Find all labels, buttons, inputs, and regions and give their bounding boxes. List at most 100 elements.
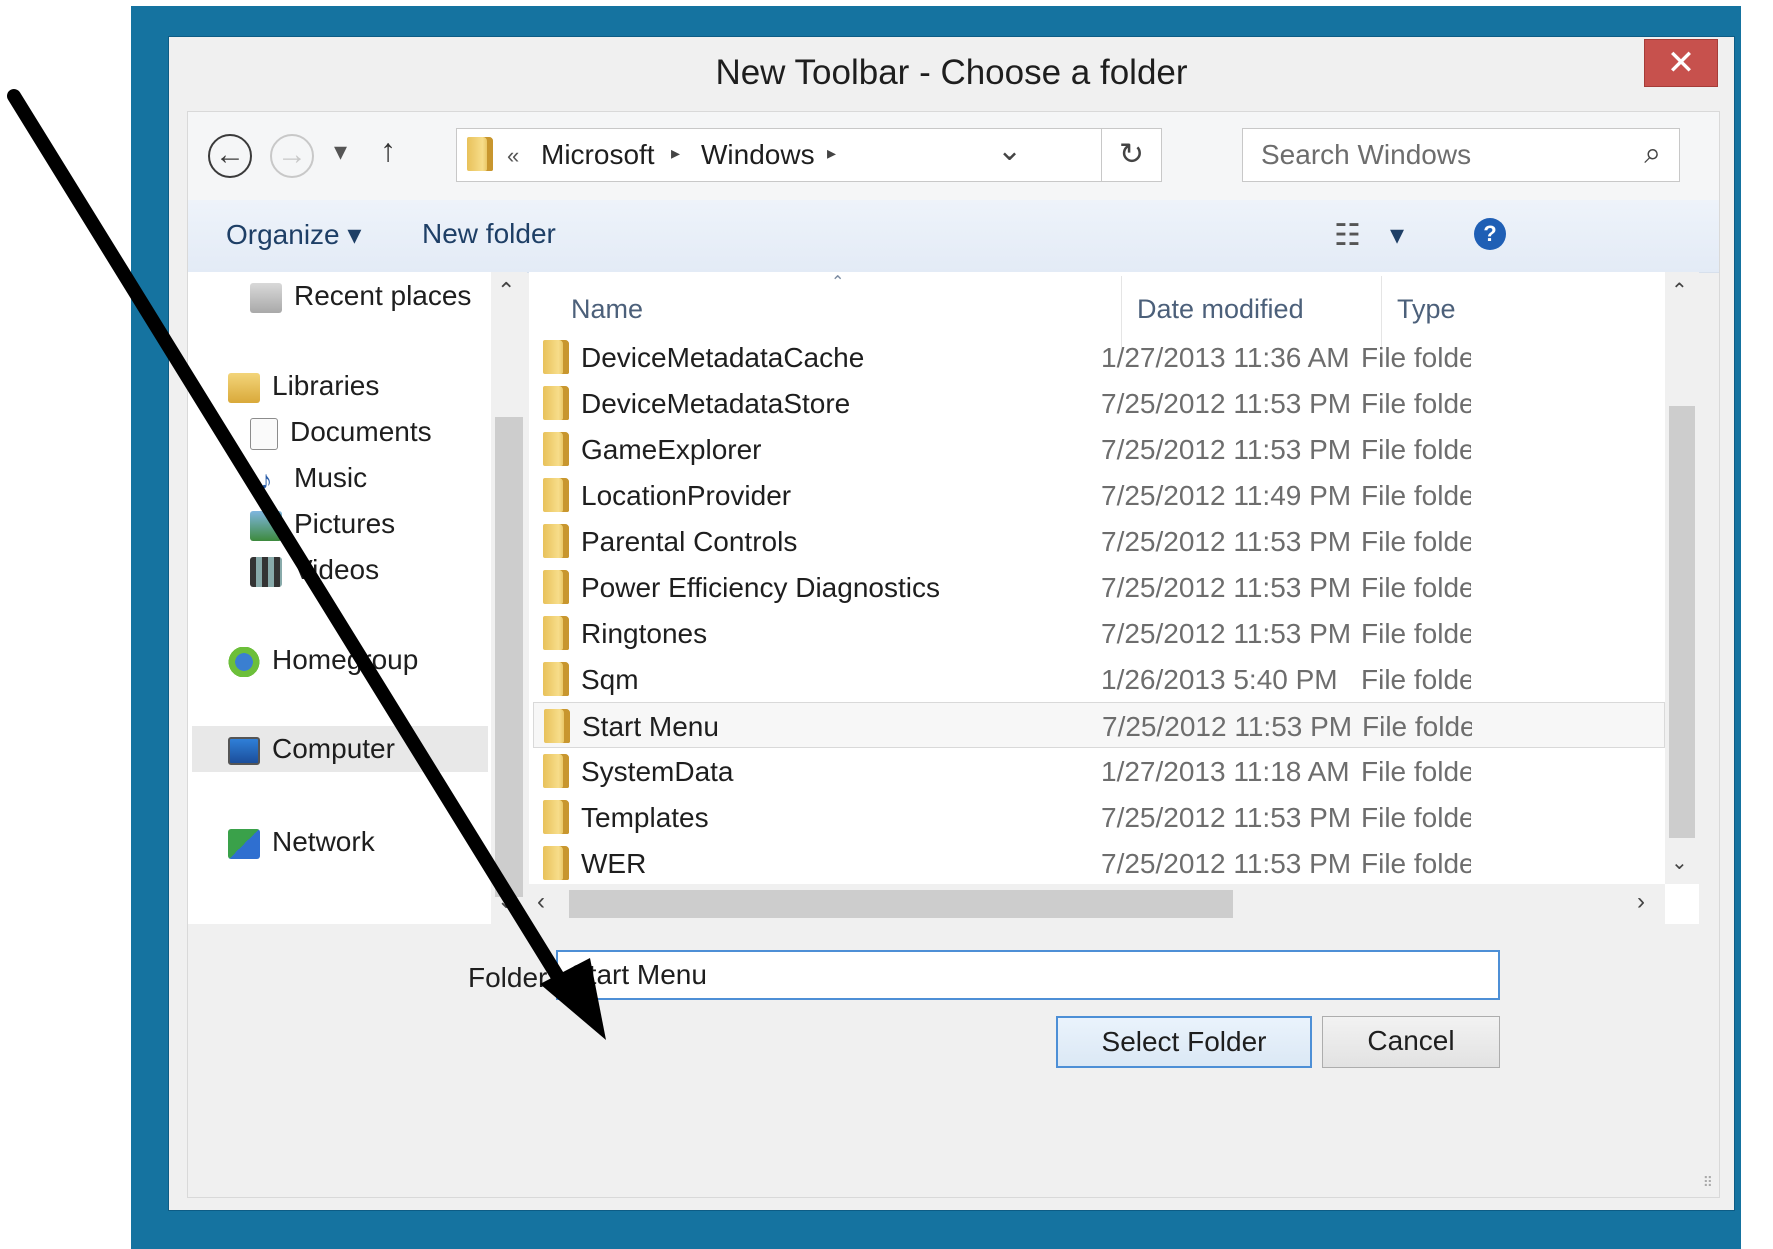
nav-item-label: Music: [294, 462, 368, 493]
scrollbar-thumb[interactable]: [569, 890, 1233, 918]
select-folder-button[interactable]: Select Folder: [1056, 1016, 1312, 1068]
file-row[interactable]: LocationProvider 7/25/2012 11:49 PM File f…: [533, 472, 1665, 518]
nav-item-documents[interactable]: Documents: [250, 416, 432, 450]
file-date: 7/25/2012 11:53 PM: [1101, 618, 1352, 649]
scrollbar-thumb[interactable]: [1669, 406, 1695, 838]
navigation-bar: ← → ▾ ↑ « Microsoft ▸ Windows ▸ ⌄ ↻ Sear…: [188, 112, 1719, 200]
folder-icon: [544, 709, 570, 743]
back-button[interactable]: ←: [208, 134, 252, 178]
file-date: 7/25/2012 11:53 PM: [1101, 434, 1352, 465]
file-type: File folder: [1361, 480, 1471, 511]
file-name: WER: [581, 848, 647, 879]
scroll-up-icon[interactable]: ⌃: [497, 278, 515, 304]
address-dropdown-icon[interactable]: ⌄: [997, 133, 1022, 168]
search-box[interactable]: Search Windows ⌕: [1242, 128, 1680, 182]
nav-pane-scrollbar[interactable]: ⌃ ⌄: [491, 272, 527, 924]
file-list: ⌃ Name Date modified Type DeviceMetadata…: [529, 272, 1699, 924]
column-header-name[interactable]: Name: [571, 294, 643, 325]
file-row[interactable]: SystemData 1/27/2013 11:18 AM File folder: [533, 748, 1665, 794]
file-date: 7/25/2012 11:53 PM: [1101, 572, 1352, 603]
scroll-right-icon[interactable]: ›: [1637, 888, 1645, 916]
nav-item-network[interactable]: Network: [228, 826, 375, 859]
scroll-down-icon[interactable]: ⌄: [497, 888, 515, 914]
breadcrumb-item[interactable]: Windows: [701, 139, 815, 171]
nav-item-label: Homegroup: [272, 644, 419, 675]
cancel-button[interactable]: Cancel: [1322, 1016, 1500, 1068]
forward-button[interactable]: →: [270, 134, 314, 178]
up-button[interactable]: ↑: [380, 132, 396, 169]
file-name: Templates: [581, 802, 709, 833]
search-icon[interactable]: ⌕: [1644, 137, 1661, 171]
resize-grip-icon[interactable]: ⠿: [1703, 1174, 1713, 1191]
folder-icon: [543, 524, 569, 558]
search-placeholder: Search Windows: [1261, 139, 1472, 170]
folder-input[interactable]: [556, 950, 1500, 1000]
scroll-up-icon[interactable]: ⌃: [1671, 278, 1688, 303]
breadcrumb-chevron-icon[interactable]: ▸: [671, 143, 680, 164]
column-header-type[interactable]: Type: [1397, 294, 1456, 325]
folder-icon: [543, 432, 569, 466]
file-type: File folder: [1361, 756, 1471, 787]
nav-item-label: Videos: [294, 554, 380, 585]
breadcrumb-item[interactable]: Microsoft: [541, 139, 655, 171]
folder-icon: [543, 800, 569, 834]
nav-item-label: Recent places: [294, 280, 472, 311]
address-bar[interactable]: « Microsoft ▸ Windows ▸ ⌄: [456, 128, 1102, 182]
folder-icon: [467, 137, 493, 171]
scroll-left-icon[interactable]: ‹: [537, 888, 545, 916]
file-list-vertical-scrollbar[interactable]: ⌃ ⌄: [1665, 272, 1699, 884]
nav-item-computer[interactable]: Computer: [192, 726, 488, 772]
file-row[interactable]: Templates 7/25/2012 11:53 PM File folder: [533, 794, 1665, 840]
file-row[interactable]: Parental Controls 7/25/2012 11:53 PM File …: [533, 518, 1665, 564]
nav-item-recent-places[interactable]: Recent places: [250, 280, 471, 313]
videos-icon: [250, 556, 282, 587]
nav-item-libraries[interactable]: Libraries: [228, 370, 379, 403]
libraries-icon: [228, 372, 260, 403]
folder-icon: [543, 570, 569, 604]
file-name: LocationProvider: [581, 480, 792, 511]
file-row[interactable]: Ringtones 7/25/2012 11:53 PM File folder: [533, 610, 1665, 656]
new-folder-button[interactable]: New folder: [422, 218, 556, 250]
file-row[interactable]: Power Efficiency Diagnostics 7/25/2012 11…: [533, 564, 1665, 610]
file-date: 1/26/2013 5:40 PM: [1101, 664, 1338, 695]
folder-icon: [543, 846, 569, 880]
file-row[interactable]: WER 7/25/2012 11:53 PM File folder: [533, 840, 1665, 886]
file-row[interactable]: DeviceMetadataStore 7/25/2012 11:53 PM Fil…: [533, 380, 1665, 426]
nav-item-label: Network: [272, 826, 375, 857]
column-header-date-modified[interactable]: Date modified: [1137, 294, 1304, 325]
file-name: Power Efficiency Diagnostics: [581, 572, 940, 603]
file-row[interactable]: Sqm 1/26/2013 5:40 PM File folder: [533, 656, 1665, 702]
file-row[interactable]: GameExplorer 7/25/2012 11:53 PM File folde…: [533, 426, 1665, 472]
file-name: Start Menu: [582, 711, 719, 742]
file-list-horizontal-scrollbar[interactable]: ‹ ›: [529, 884, 1665, 924]
organize-menu[interactable]: Organize ▾: [226, 218, 361, 251]
views-menu-icon[interactable]: ▾: [1390, 218, 1404, 251]
folder-icon: [543, 340, 569, 374]
breadcrumb-chevron-icon[interactable]: ▸: [827, 143, 836, 164]
file-type: File folder: [1361, 342, 1471, 373]
nav-item-homegroup[interactable]: Homegroup: [228, 644, 418, 677]
refresh-button[interactable]: ↻: [1102, 128, 1162, 182]
nav-item-pictures[interactable]: Pictures: [250, 508, 395, 541]
nav-item-music[interactable]: ♪ Music: [250, 462, 367, 495]
scroll-down-icon[interactable]: ⌄: [1671, 850, 1688, 875]
file-name: Sqm: [581, 664, 639, 695]
file-name: Parental Controls: [581, 526, 798, 557]
title-bar: New Toolbar - Choose a folder ✕: [169, 37, 1734, 115]
file-name: SystemData: [581, 756, 734, 787]
close-button[interactable]: ✕: [1644, 39, 1718, 87]
folder-icon: [543, 478, 569, 512]
file-name: GameExplorer: [581, 434, 762, 465]
file-row[interactable]: DeviceMetadataCache 1/27/2013 11:36 AM Fil…: [533, 334, 1665, 380]
scrollbar-thumb[interactable]: [495, 417, 523, 897]
nav-item-videos[interactable]: Videos: [250, 554, 379, 587]
views-icon[interactable]: ☷: [1334, 218, 1361, 253]
file-type: File folder: [1361, 388, 1471, 419]
file-row-selected[interactable]: Start Menu 7/25/2012 11:53 PM File folder: [533, 702, 1665, 748]
help-icon[interactable]: ?: [1474, 218, 1506, 250]
breadcrumb-overflow-icon[interactable]: «: [507, 143, 519, 169]
file-type: File folder: [1361, 526, 1471, 557]
choose-folder-dialog: New Toolbar - Choose a folder ✕ ← → ▾ ↑ …: [168, 36, 1735, 1211]
recent-locations-icon[interactable]: ▾: [334, 136, 347, 167]
computer-icon: [228, 736, 260, 765]
